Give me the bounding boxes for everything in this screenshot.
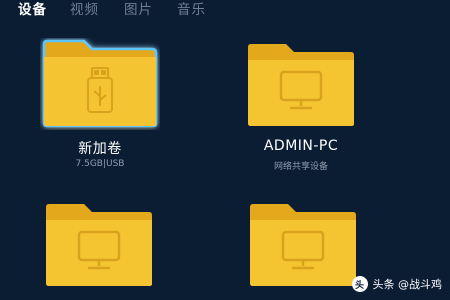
device-tile-network-pc-1[interactable]	[44, 202, 154, 288]
tab-videos[interactable]: 视频	[70, 3, 99, 18]
tab-devices[interactable]: 设备	[18, 3, 47, 18]
device-name: 新加卷	[78, 141, 122, 157]
device-tile-admin-pc[interactable]	[246, 42, 356, 128]
folder-icon	[46, 204, 152, 286]
toutiao-logo-icon: 头	[351, 276, 368, 292]
folder-icon	[248, 44, 354, 126]
device-tile-usb-volume[interactable]	[40, 38, 160, 130]
folder-icon	[250, 204, 356, 286]
watermark: 头 头条 @战斗鸡	[351, 276, 443, 292]
device-detail: 7.5GB|USB	[75, 159, 125, 169]
folder-icon	[42, 39, 158, 128]
watermark-text: 头条 @战斗鸡	[372, 278, 443, 291]
device-tile-network-pc-2[interactable]	[248, 202, 358, 288]
tab-pictures[interactable]: 图片	[124, 3, 153, 18]
tab-music[interactable]: 音乐	[177, 3, 206, 18]
device-name: ADMIN-PC	[263, 138, 339, 154]
device-detail: 网络共享设备	[273, 162, 328, 172]
tab-bar: 设备 视频 图片 音乐	[0, 0, 450, 26]
